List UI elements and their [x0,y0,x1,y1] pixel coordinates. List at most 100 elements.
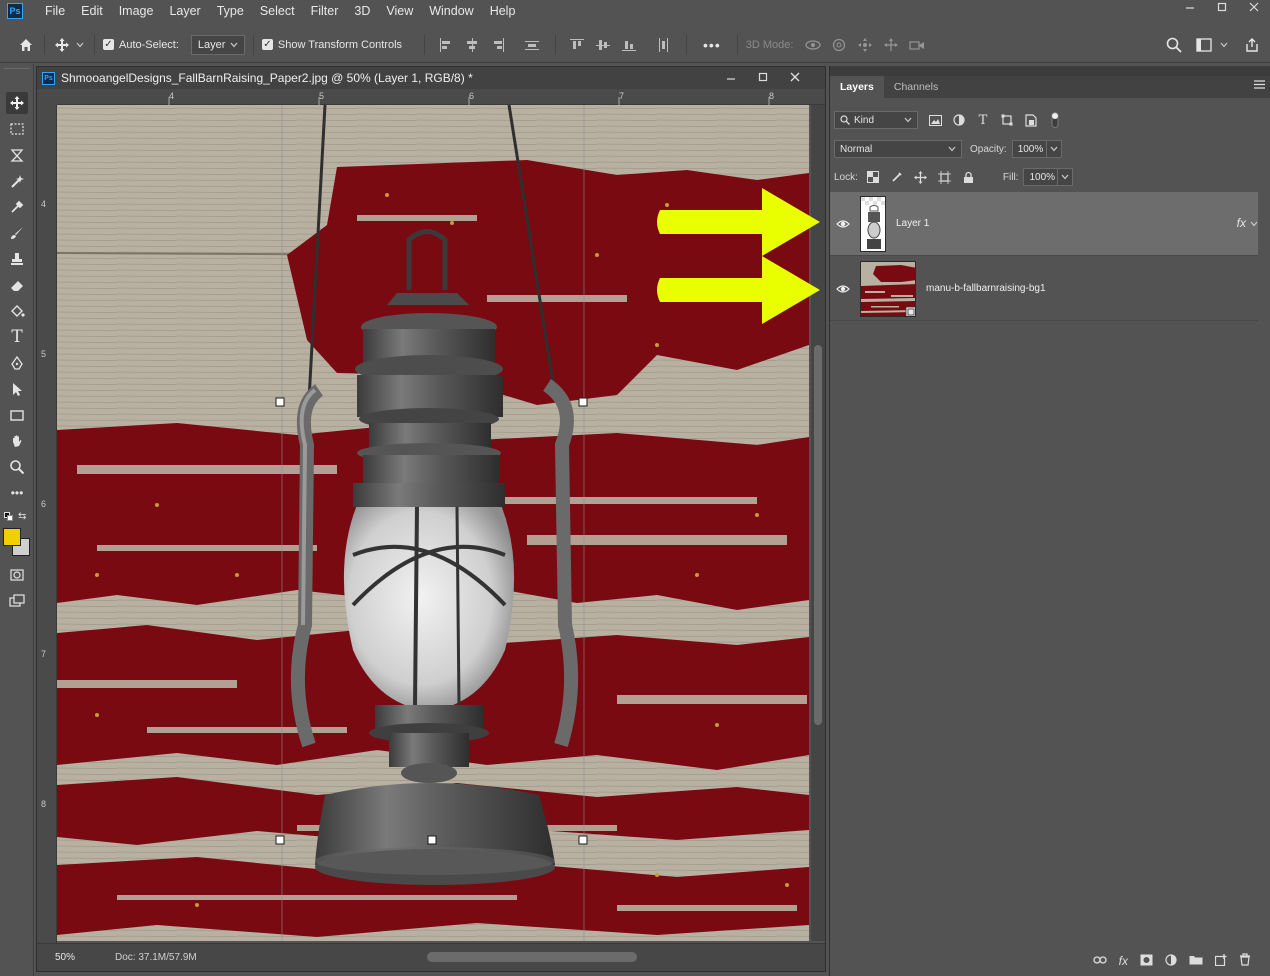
lock-artboard-icon[interactable] [938,170,952,184]
layers-scrollbar[interactable] [1258,192,1270,322]
swap-colors-icon[interactable]: ⇆ [18,511,26,522]
lock-image-pixels-icon[interactable] [890,170,904,184]
align-horizontal-center-icon[interactable] [465,37,479,52]
menu-file[interactable]: File [37,0,73,22]
menu-filter[interactable]: Filter [303,0,347,22]
foreground-color-swatch[interactable] [3,528,21,546]
rectangle-tool-icon[interactable] [6,404,28,426]
document-size-info[interactable]: Doc: 37.1M/57.9M [115,952,197,963]
paint-bucket-tool-icon[interactable] [6,300,28,322]
delete-layer-icon[interactable] [1239,953,1251,969]
menu-type[interactable]: Type [209,0,252,22]
document-tab[interactable]: Ps ShmooangelDesigns_FallBarnRaising_Pap… [37,67,825,89]
horizontal-scrollbar-thumb[interactable] [427,952,637,962]
filter-toggle-icon[interactable] [1048,112,1062,128]
home-icon[interactable] [16,37,36,53]
distribute-vertical-icon[interactable] [525,38,540,52]
eraser-tool-icon[interactable] [6,274,28,296]
clone-stamp-tool-icon[interactable] [6,248,28,270]
chevron-down-icon[interactable] [1218,42,1230,48]
more-options-button[interactable]: ••• [703,37,721,53]
add-layer-style-icon[interactable]: fx [1119,954,1128,968]
quick-selection-tool-icon[interactable] [6,170,28,192]
align-vertical-center-icon[interactable] [596,38,611,52]
chevron-down-icon[interactable] [74,42,86,48]
share-icon[interactable] [1242,37,1262,53]
layer-effects-badge[interactable]: fx [1237,216,1246,230]
opacity-slider-toggle[interactable] [1045,140,1062,158]
zoom-level-field[interactable]: 50% [55,952,115,963]
align-left-icon[interactable] [439,37,453,52]
eyedropper-tool-icon[interactable] [6,196,28,218]
minimize-icon[interactable] [1174,0,1206,14]
tab-channels[interactable]: Channels [884,76,948,98]
menu-image[interactable]: Image [111,0,162,22]
tab-layers[interactable]: Layers [830,76,884,98]
new-layer-icon[interactable] [1214,953,1227,969]
show-transform-checkbox[interactable]: ✓ [261,39,273,50]
filter-shape-icon[interactable] [1000,113,1014,127]
auto-select-dropdown[interactable]: Layer [190,34,245,55]
layer-thumbnail[interactable] [860,260,916,317]
lock-all-icon[interactable] [962,170,976,184]
filter-pixel-icon[interactable] [928,113,942,127]
3d-roll-icon[interactable] [829,38,849,52]
lock-position-icon[interactable] [914,170,928,184]
hand-tool-icon[interactable] [6,430,28,452]
distribute-horizontal-icon[interactable] [656,37,670,52]
opacity-input[interactable]: 100% [1011,140,1046,158]
layer-name[interactable]: manu-b-fallbarnraising-bg1 [926,283,1046,294]
move-tool-icon[interactable] [6,92,28,114]
zoom-tool-icon[interactable] [6,456,28,478]
layer-thumbnail[interactable] [860,195,886,252]
ruler-horizontal[interactable]: 4 5 6 7 8 [57,89,825,105]
path-selection-tool-icon[interactable] [6,378,28,400]
align-top-icon[interactable] [570,38,585,52]
3d-orbit-icon[interactable] [803,38,823,52]
menu-3d[interactable]: 3D [346,0,378,22]
align-right-icon[interactable] [491,37,505,52]
brush-tool-icon[interactable] [6,222,28,244]
link-layers-icon[interactable] [1093,954,1107,968]
maximize-icon[interactable] [1206,0,1238,14]
ruler-origin[interactable] [37,89,57,105]
layer-name[interactable]: Layer 1 [896,218,929,229]
type-tool-icon[interactable]: T [6,326,28,348]
ruler-vertical[interactable]: 4 5 6 7 8 [37,105,57,945]
quick-mask-icon[interactable] [6,564,28,586]
menu-layer[interactable]: Layer [161,0,208,22]
lasso-tool-icon[interactable] [6,144,28,166]
menu-window[interactable]: Window [421,0,481,22]
3d-slide-icon[interactable] [881,37,901,53]
new-group-icon[interactable] [1189,954,1203,968]
menu-select[interactable]: Select [252,0,303,22]
3d-pan-icon[interactable] [855,37,875,53]
chevron-down-icon[interactable] [1250,218,1258,230]
menu-help[interactable]: Help [482,0,524,22]
panel-menu-icon[interactable] [1254,80,1265,92]
layer-row-layer-1[interactable]: Layer 1 fx [830,192,1258,256]
minimize-icon[interactable] [715,71,747,85]
menu-view[interactable]: View [378,0,421,22]
3d-camera-icon[interactable] [907,39,927,51]
menu-edit[interactable]: Edit [73,0,111,22]
screen-mode-icon[interactable] [6,590,28,612]
auto-select-checkbox[interactable]: ✓ [103,39,114,50]
filter-adjustment-icon[interactable] [952,113,966,127]
close-icon[interactable] [1238,0,1270,14]
fill-slider-toggle[interactable] [1057,168,1074,186]
layer-filter-dropdown[interactable]: Kind [834,111,918,129]
lock-transparent-pixels-icon[interactable] [866,170,880,184]
filter-type-icon[interactable]: T [976,113,990,128]
scrollbar-thumb[interactable] [814,345,822,725]
filter-smart-object-icon[interactable] [1024,113,1038,127]
edit-toolbar-icon[interactable]: ••• [6,482,28,504]
move-tool-preset-icon[interactable] [53,37,71,53]
fill-input[interactable]: 100% [1023,168,1058,186]
workspace-icon[interactable] [1194,37,1214,52]
close-icon[interactable] [779,71,811,85]
pen-tool-icon[interactable] [6,352,28,374]
marquee-tool-icon[interactable] [6,118,28,140]
restore-icon[interactable] [747,71,779,85]
search-icon[interactable] [1164,37,1184,53]
